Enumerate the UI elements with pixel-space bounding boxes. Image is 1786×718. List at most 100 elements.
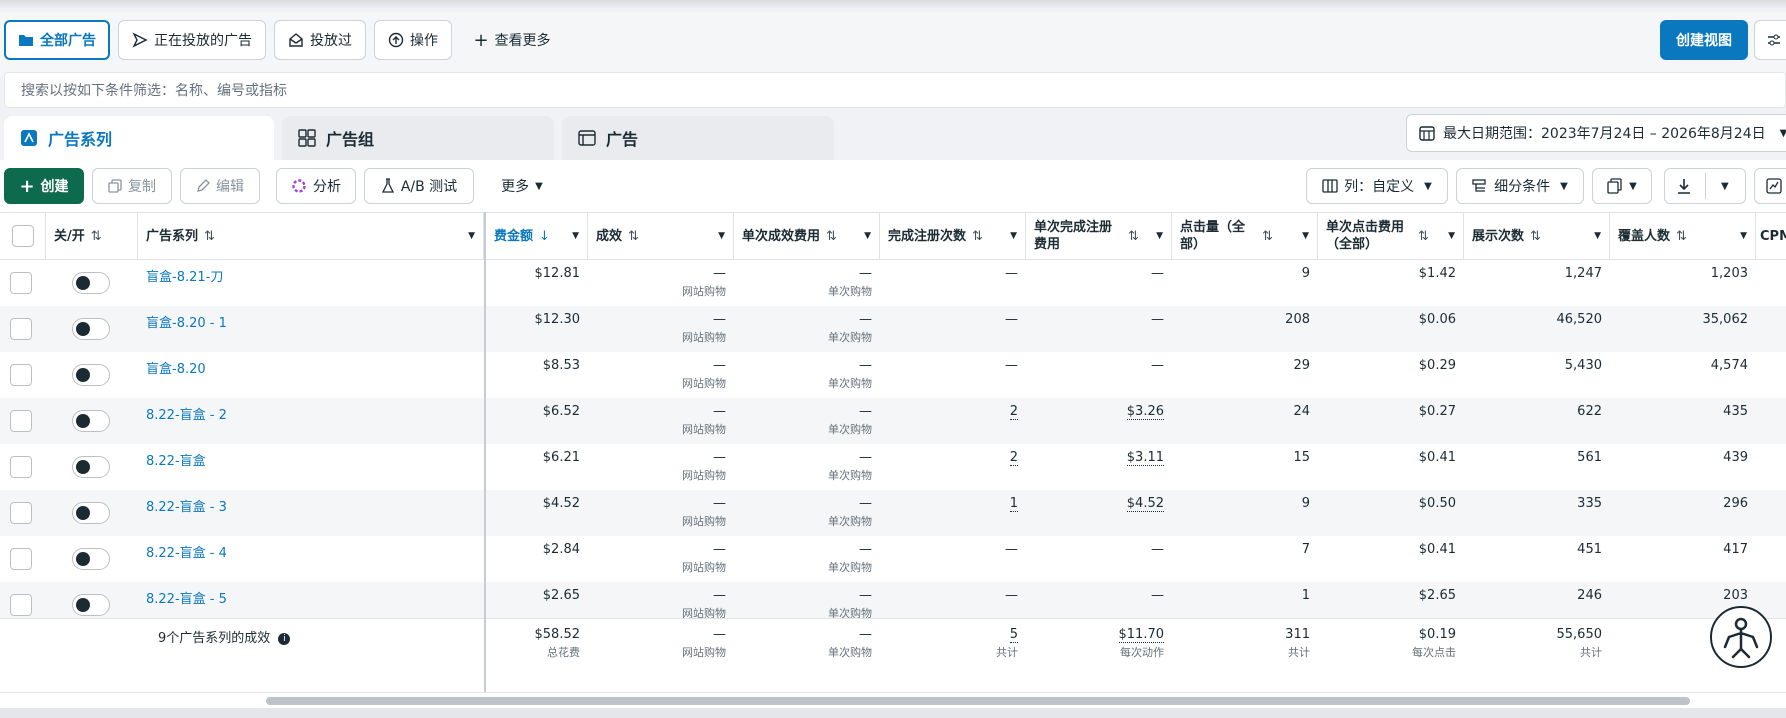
value-clicks: 1 <box>1301 588 1310 603</box>
delivery-toggle[interactable] <box>72 548 110 570</box>
delivery-toggle[interactable] <box>72 502 110 524</box>
campaign-name-link[interactable]: 8.22-盲盒 <box>146 454 206 469</box>
sort-icon: ⇅ <box>1530 228 1541 244</box>
columns-button[interactable]: 列：自定义 ▼ <box>1306 168 1448 204</box>
table-row[interactable]: 盲盒-8.21-刀 $12.81 — 网站购物 — 单次购物 — — 9 $1.42 1,247 1,… <box>0 260 1786 306</box>
date-range-label: 最大日期范围：2023年7月24日 – 2026年8月24日 <box>1443 126 1766 142</box>
value-results: — <box>713 496 726 511</box>
header-clicks[interactable]: 点击量（全部） ⇅ ▼ <box>1172 213 1318 259</box>
see-more-button[interactable]: + 查看更多 <box>462 20 562 60</box>
cell-cpreg: $4.52 <box>1026 490 1172 536</box>
header-results[interactable]: 成效 ⇅ ▼ <box>588 213 734 259</box>
breakdown-icon <box>1472 179 1488 193</box>
value-cpreg: — <box>1151 588 1164 603</box>
header-registrations[interactable]: 完成注册次数 ⇅ ▼ <box>880 213 1026 259</box>
horizontal-scrollbar[interactable] <box>0 692 1786 708</box>
table-row[interactable]: 盲盒-8.20 - 1 $12.30 — 网站购物 — 单次购物 — — 208 $0.06 46,… <box>0 306 1786 352</box>
edit-button[interactable]: 编辑 <box>180 168 260 204</box>
view-actions-button[interactable]: 操作 <box>374 20 452 60</box>
header-spend[interactable]: 费金额 ↓ ▼ <box>486 213 588 259</box>
header-cost-per-registration[interactable]: 单次完成注册费用 ⇅ ▼ <box>1026 213 1172 259</box>
tab-ads[interactable]: 广告 <box>562 116 834 160</box>
header-reach[interactable]: 覆盖人数 ⇅ ▼ <box>1610 213 1756 259</box>
campaign-name-cell: 8.22-盲盒 <box>138 444 478 490</box>
row-checkbox[interactable] <box>10 594 32 616</box>
header-cpm[interactable]: CPM 示费 <box>1756 213 1786 259</box>
view-active-ads-button[interactable]: 正在投放的广告 <box>118 20 266 60</box>
row-checkbox[interactable] <box>10 318 32 340</box>
campaign-name-link[interactable]: 8.22-盲盒 - 2 <box>146 408 227 423</box>
table-row[interactable]: 8.22-盲盒 - 2 $6.52 — 网站购物 — 单次购物 2 $3.26 24 $0.27 6… <box>0 398 1786 444</box>
campaign-name-link[interactable]: 盲盒-8.20 <box>146 362 206 377</box>
header-toggle[interactable]: 关/开 ⇅ <box>46 213 138 259</box>
cell-reach: 4,574 <box>1610 352 1756 398</box>
plus-icon: + <box>473 29 489 51</box>
create-button[interactable]: + 创建 <box>4 168 84 204</box>
header-cpc[interactable]: 单次点击费用（全部） ⇅ ▼ <box>1318 213 1464 259</box>
value-cpr: — <box>859 266 872 281</box>
campaign-name-link[interactable]: 盲盒-8.21-刀 <box>146 270 223 285</box>
cell-cpc: $0.41 <box>1318 536 1464 582</box>
delivery-toggle[interactable] <box>72 594 110 616</box>
tab-ad-sets[interactable]: 广告组 <box>282 116 554 160</box>
campaign-name-link[interactable]: 8.22-盲盒 - 3 <box>146 500 227 515</box>
row-checkbox[interactable] <box>10 548 32 570</box>
table-row[interactable]: 盲盒-8.20 $8.53 — 网站购物 — 单次购物 — — 29 $0.29 5,430 4,57… <box>0 352 1786 398</box>
select-all-checkbox[interactable] <box>11 225 34 247</box>
cell-results: — 网站购物 <box>588 352 734 398</box>
row-checkbox[interactable] <box>10 410 32 432</box>
table-row[interactable]: 8.22-盲盒 - 4 $2.84 — 网站购物 — 单次购物 — — 7 $0.41 451 417 <box>0 536 1786 582</box>
ab-test-button[interactable]: A/B 测试 <box>364 168 474 204</box>
table-row[interactable]: 8.22-盲盒 - 3 $4.52 — 网站购物 — 单次购物 1 $4.52 9 $0.50 33… <box>0 490 1786 536</box>
view-all-ads-button[interactable]: 全部广告 <box>4 20 110 60</box>
delivery-toggle[interactable] <box>72 456 110 478</box>
export-button[interactable]: ▼ <box>1664 168 1746 204</box>
edit-label: 编辑 <box>216 179 244 195</box>
row-checkbox[interactable] <box>10 364 32 386</box>
cell-reg: 1 <box>880 490 1026 536</box>
value-spend: $12.81 <box>534 266 581 281</box>
totals-cpr: — 单次购物 <box>734 619 880 665</box>
info-icon[interactable]: i <box>278 632 291 645</box>
campaign-name-link[interactable]: 8.22-盲盒 - 5 <box>146 592 227 607</box>
copy-button[interactable]: 复制 <box>92 168 172 204</box>
row-checkbox[interactable] <box>10 456 32 478</box>
campaign-name-link[interactable]: 8.22-盲盒 - 4 <box>146 546 227 561</box>
delivery-toggle[interactable] <box>72 272 110 294</box>
assistant-avatar[interactable] <box>1710 606 1772 668</box>
caret-down-icon: ▼ <box>1448 230 1455 241</box>
reports-button[interactable]: ▼ <box>1592 168 1652 204</box>
delivery-toggle[interactable] <box>72 410 110 432</box>
table-row[interactable]: 8.22-盲盒 $6.21 — 网站购物 — 单次购物 2 $3.11 15 $0.41 561 43… <box>0 444 1786 490</box>
header-impressions[interactable]: 展示次数 ⇅ ▼ <box>1464 213 1610 259</box>
cell-reach: 35,062 <box>1610 306 1756 352</box>
analyze-button[interactable]: 分析 <box>276 168 356 204</box>
header-campaign[interactable]: 广告系列 ⇅ ▼ <box>138 213 484 259</box>
date-range-button[interactable]: 最大日期范围：2023年7月24日 – 2026年8月24日 ▼ <box>1406 114 1786 152</box>
filter-settings-button[interactable] <box>1754 20 1786 60</box>
cell-cpr: — 单次购物 <box>734 398 880 444</box>
header-cost-per-result[interactable]: 单次成效费用 ⇅ ▼ <box>734 213 880 259</box>
header-campaign-label: 广告系列 <box>146 228 199 244</box>
header-spend-label: 费金额 <box>494 228 534 244</box>
value-cpr: — <box>859 450 872 465</box>
delivery-toggle[interactable] <box>72 318 110 340</box>
value-reach: 435 <box>1723 404 1748 419</box>
charts-button[interactable] <box>1754 168 1786 204</box>
scrollbar-thumb[interactable] <box>266 697 1690 705</box>
row-checkbox[interactable] <box>10 502 32 524</box>
tab-campaigns[interactable]: 广告系列 <box>4 116 274 160</box>
value-spend: $6.21 <box>542 450 580 465</box>
breakdown-button[interactable]: 细分条件 ▼ <box>1456 168 1584 204</box>
cell-cpc: $1.42 <box>1318 260 1464 306</box>
more-button[interactable]: 更多 ▼ <box>486 168 558 204</box>
create-view-button[interactable]: 创建视图 <box>1660 20 1748 60</box>
campaign-name-link[interactable]: 盲盒-8.20 - 1 <box>146 316 227 331</box>
row-checkbox[interactable] <box>10 272 32 294</box>
totals-cpreg: $11.70 每次动作 <box>1026 619 1172 665</box>
delivery-toggle[interactable] <box>72 364 110 386</box>
view-delivered-button[interactable]: 投放过 <box>274 20 366 60</box>
grid-icon <box>298 129 316 147</box>
caret-down-icon: ▼ <box>1560 180 1568 192</box>
search-input[interactable]: 搜索以按如下条件筛选：名称、编号或指标 <box>4 72 1786 108</box>
